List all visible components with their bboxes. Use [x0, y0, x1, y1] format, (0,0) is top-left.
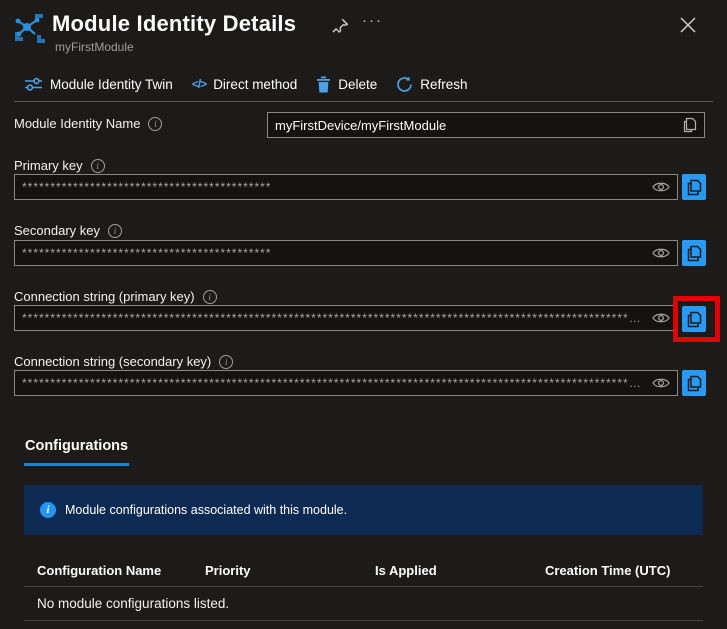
- direct-method-button[interactable]: </> Direct method: [192, 77, 297, 92]
- secondary-key-input[interactable]: ****************************************…: [14, 240, 678, 266]
- copy-icon: [687, 179, 702, 196]
- connection-string-primary-label: Connection string (primary key) i: [14, 289, 217, 304]
- table-bottom-divider: [24, 620, 703, 621]
- eye-icon: [652, 181, 670, 193]
- module-identity-name-value: myFirstDevice/myFirstModule: [275, 118, 677, 133]
- command-label: Direct method: [213, 77, 297, 92]
- table-empty-message: No module configurations listed.: [37, 596, 229, 611]
- column-header-creation-time: Creation Time (UTC): [545, 563, 670, 578]
- copy-icon: [687, 245, 702, 262]
- connection-string-secondary-label: Connection string (secondary key) i: [14, 354, 233, 369]
- more-options-button[interactable]: ···: [362, 12, 383, 29]
- primary-key-label: Primary key i: [14, 158, 105, 173]
- info-icon[interactable]: i: [108, 224, 122, 238]
- toolbar-divider: [14, 101, 713, 102]
- info-filled-icon: i: [40, 502, 56, 518]
- command-label: Refresh: [420, 77, 467, 92]
- secondary-key-label: Secondary key i: [14, 223, 122, 238]
- info-icon[interactable]: i: [91, 159, 105, 173]
- command-label: Module Identity Twin: [50, 77, 173, 92]
- copy-icon: [687, 375, 702, 392]
- primary-key-masked-value: ****************************************…: [22, 180, 646, 194]
- refresh-icon: [396, 76, 413, 93]
- table-header-divider: [24, 586, 703, 587]
- module-identity-twin-button[interactable]: Module Identity Twin: [24, 75, 173, 93]
- primary-key-input[interactable]: ****************************************…: [14, 174, 678, 200]
- module-name-subtitle: myFirstModule: [55, 40, 134, 54]
- pin-icon: [332, 17, 350, 35]
- column-header-is-applied: Is Applied: [375, 563, 437, 578]
- code-icon: </>: [192, 77, 206, 91]
- eye-icon: [652, 247, 670, 259]
- trash-icon: [316, 76, 331, 93]
- reveal-primary-key-button[interactable]: [652, 181, 670, 193]
- reveal-secondary-key-button[interactable]: [652, 247, 670, 259]
- info-banner-text: Module configurations associated with th…: [65, 503, 347, 517]
- close-button[interactable]: [679, 16, 697, 34]
- connection-string-secondary-input[interactable]: ****************************************…: [14, 370, 678, 396]
- eye-icon: [652, 377, 670, 389]
- column-header-configuration-name: Configuration Name: [37, 563, 161, 578]
- sliders-icon: [24, 75, 43, 93]
- connection-string-primary-input[interactable]: ****************************************…: [14, 305, 678, 331]
- tab-configurations[interactable]: Configurations: [24, 438, 129, 466]
- info-icon[interactable]: i: [203, 290, 217, 304]
- eye-icon: [652, 312, 670, 324]
- secondary-key-masked-value: ****************************************…: [22, 246, 646, 260]
- command-bar: Module Identity Twin </> Direct method D…: [24, 71, 468, 97]
- copy-secondary-key-button[interactable]: [682, 240, 706, 266]
- page-title: Module Identity Details: [52, 11, 296, 37]
- annotation-highlight-box: [673, 296, 720, 342]
- copy-connection-string-secondary-button[interactable]: [682, 370, 706, 396]
- reveal-connection-string-secondary-button[interactable]: [652, 377, 670, 389]
- info-icon[interactable]: i: [219, 355, 233, 369]
- copy-name-button[interactable]: [683, 117, 697, 133]
- copy-icon: [683, 117, 697, 133]
- connection-string-primary-masked-value: ****************************************…: [22, 311, 646, 325]
- module-identity-details-panel: Module Identity Details myFirstModule ··…: [0, 0, 727, 629]
- command-label: Delete: [338, 77, 377, 92]
- module-identity-name-label: Module Identity Name i: [14, 116, 162, 131]
- delete-button[interactable]: Delete: [316, 76, 377, 93]
- pin-button[interactable]: [332, 17, 350, 35]
- info-banner: i Module configurations associated with …: [24, 485, 703, 535]
- iot-module-icon: [13, 11, 46, 45]
- info-icon[interactable]: i: [148, 117, 162, 131]
- connection-string-secondary-masked-value: ****************************************…: [22, 376, 646, 390]
- refresh-button[interactable]: Refresh: [396, 76, 467, 93]
- copy-primary-key-button[interactable]: [682, 174, 706, 200]
- column-header-priority: Priority: [205, 563, 251, 578]
- reveal-connection-string-primary-button[interactable]: [652, 312, 670, 324]
- module-identity-name-input[interactable]: myFirstDevice/myFirstModule: [267, 112, 705, 138]
- close-icon: [679, 16, 697, 34]
